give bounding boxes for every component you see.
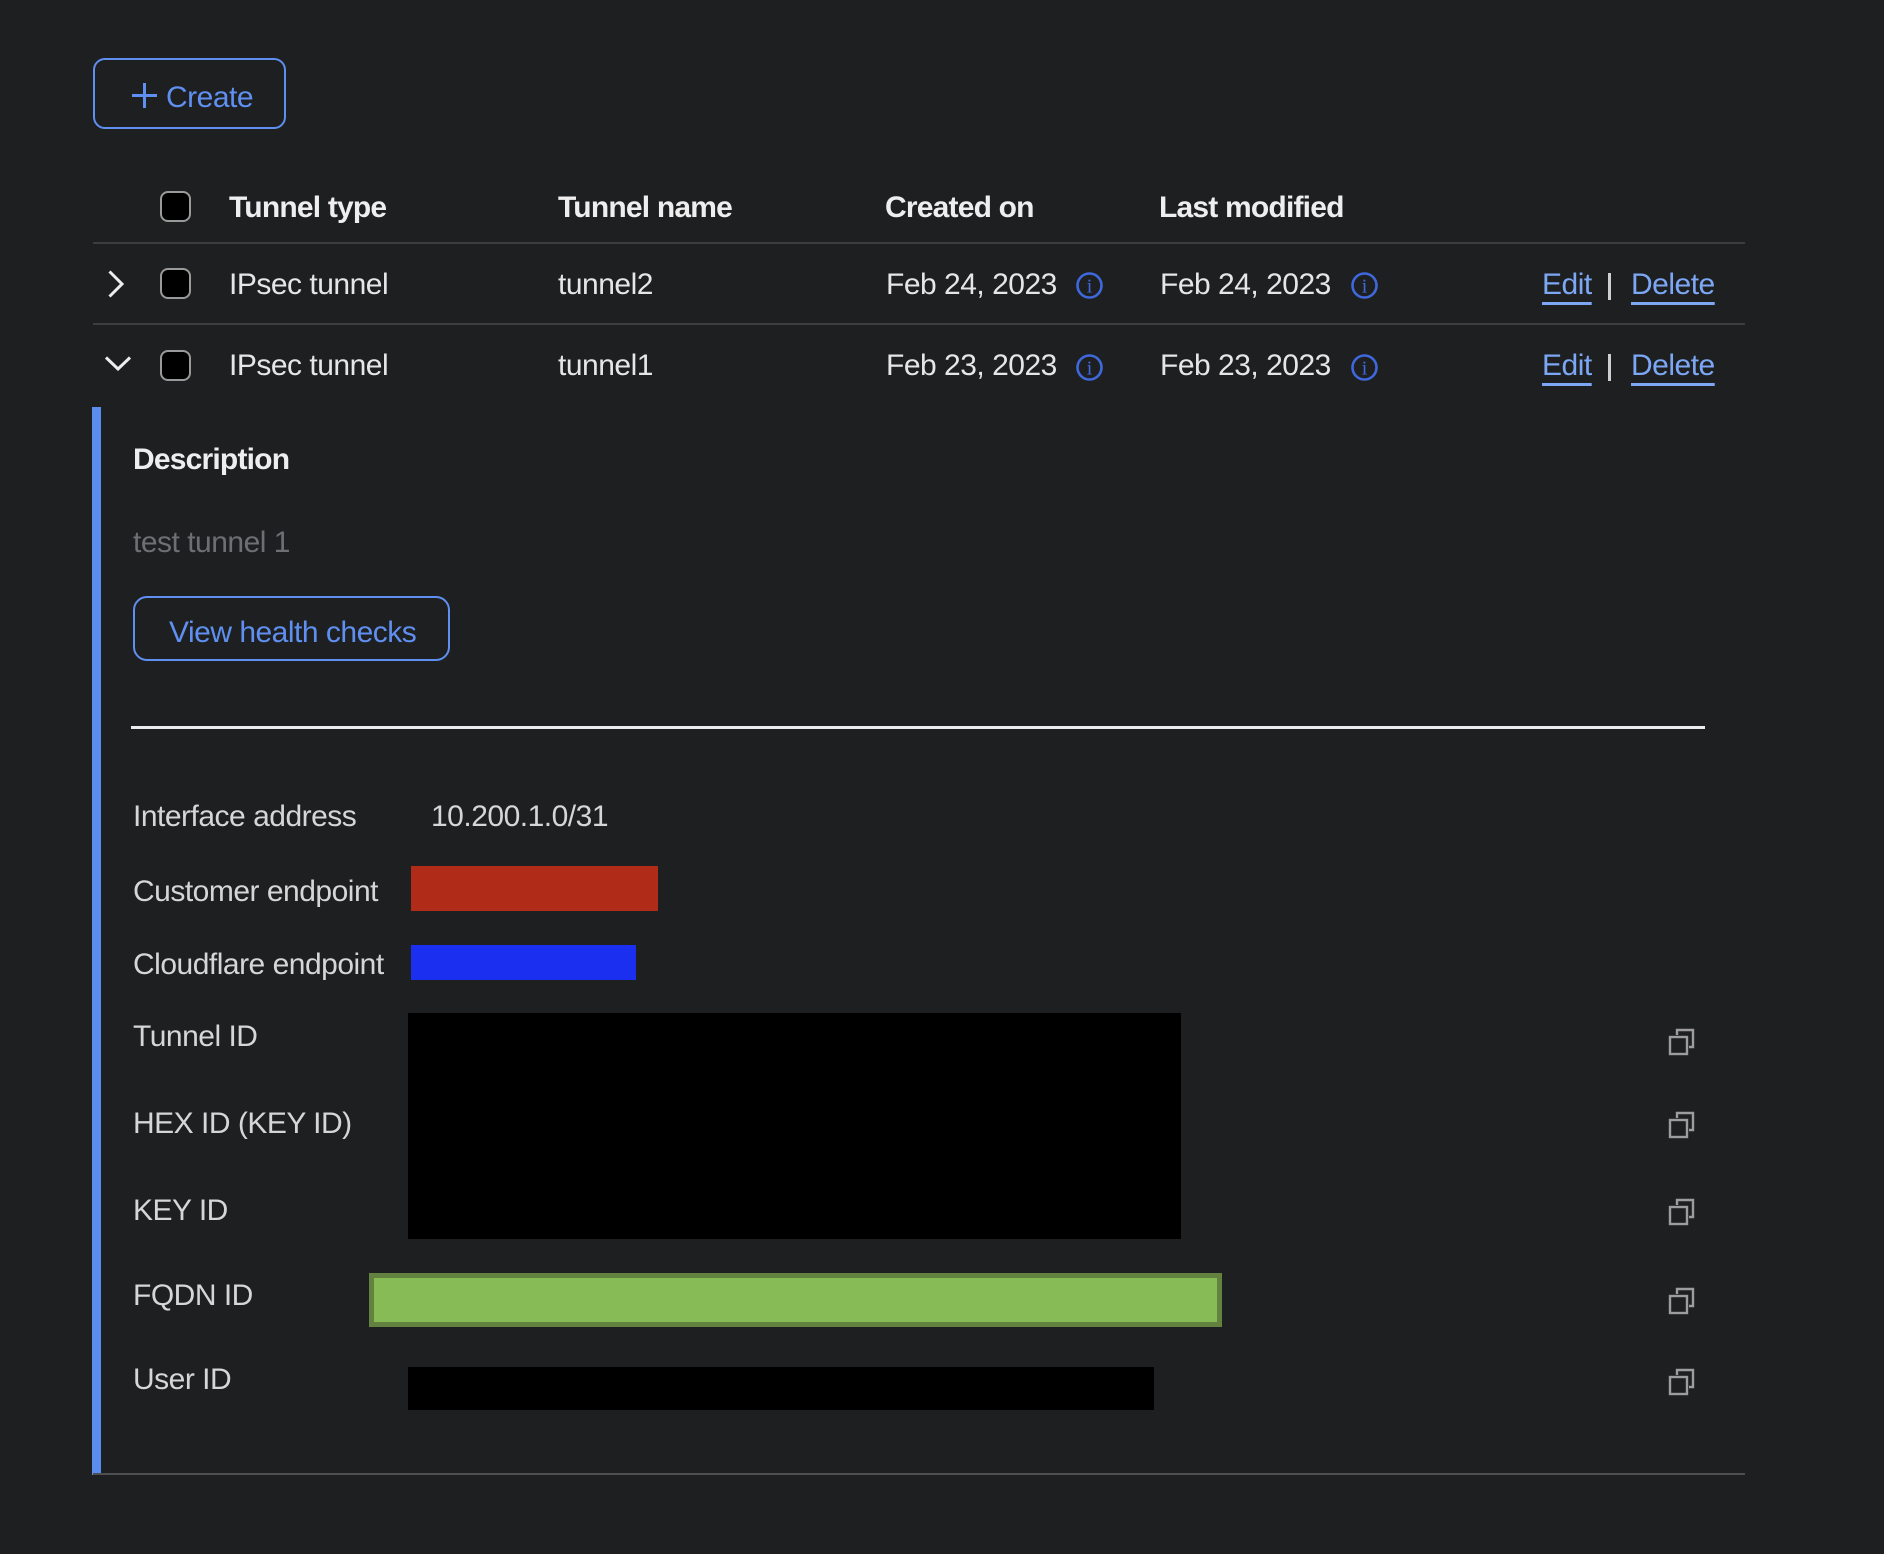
svg-text:i: i — [1362, 358, 1368, 380]
svg-text:i: i — [1362, 276, 1368, 298]
svg-text:i: i — [1087, 276, 1093, 298]
svg-text:i: i — [1087, 358, 1093, 380]
